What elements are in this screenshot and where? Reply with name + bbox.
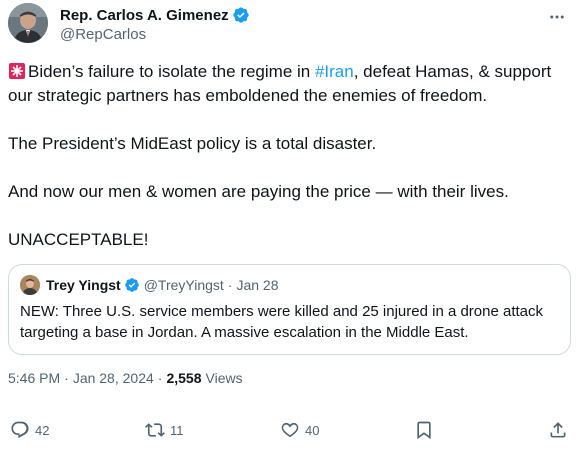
tweet-header: Rep. Carlos A. Gimenez @RepCarlos (8, 3, 571, 47)
tweet-paragraph: UNACCEPTABLE! (8, 230, 149, 249)
views-label: Views (205, 370, 243, 386)
reply-count: 42 (35, 422, 50, 438)
tweet-body: Biden’s failure to isolate the regime in… (8, 60, 573, 252)
hashtag-link[interactable]: #Iran (315, 62, 354, 81)
tweet-paragraph: And now our men & women are paying the p… (8, 182, 509, 201)
more-options-icon[interactable] (547, 7, 567, 27)
author-handle[interactable]: @RepCarlos (60, 26, 250, 43)
police-siren-icon (9, 63, 25, 79)
action-bar: 42 11 40 (0, 415, 579, 445)
tweet-paragraph: Biden’s failure to isolate the regime in… (8, 60, 573, 108)
separator-dot: · (64, 370, 69, 386)
tweet-date[interactable]: Jan 28, 2024 (73, 370, 154, 386)
bookmark-button[interactable] (414, 415, 434, 445)
tweet-time[interactable]: 5:46 PM (8, 370, 60, 386)
bookmark-icon (417, 421, 431, 440)
tweet-text-part: Biden’s failure to isolate the regime in (28, 62, 315, 81)
reply-icon (11, 421, 29, 439)
repost-icon (145, 423, 165, 437)
verified-badge-icon (232, 7, 249, 23)
verified-badge-icon (124, 278, 139, 292)
heart-icon (281, 422, 299, 438)
quoted-author-avatar (20, 275, 40, 295)
author-avatar[interactable] (8, 3, 48, 43)
separator-dot: · (157, 370, 163, 386)
author-display-name[interactable]: Rep. Carlos A. Gimenez (60, 7, 229, 24)
repost-count: 11 (170, 422, 184, 438)
repost-button[interactable]: 11 (145, 415, 184, 445)
quoted-tweet[interactable]: Trey Yingst @TreyYingst · Jan 28 NEW: Th… (8, 264, 571, 355)
share-icon (550, 422, 566, 438)
quoted-tweet-date: Jan 28 (236, 277, 279, 293)
quoted-tweet-text: NEW: Three U.S. service members were kil… (20, 303, 544, 341)
reply-button[interactable]: 42 (10, 415, 49, 445)
tweet-paragraph: The President’s MidEast policy is a tota… (8, 134, 377, 153)
tweet-meta: 5:46 PM · Jan 28, 2024 · 2,558 Views (8, 370, 243, 386)
like-count: 40 (305, 422, 320, 438)
like-button[interactable]: 40 (280, 415, 319, 445)
quoted-author-name: Trey Yingst (46, 277, 121, 293)
share-button[interactable] (548, 415, 568, 445)
views-count: 2,558 (166, 370, 202, 386)
separator-dot: · (227, 277, 233, 293)
quoted-author-handle: @TreyYingst (143, 277, 224, 293)
